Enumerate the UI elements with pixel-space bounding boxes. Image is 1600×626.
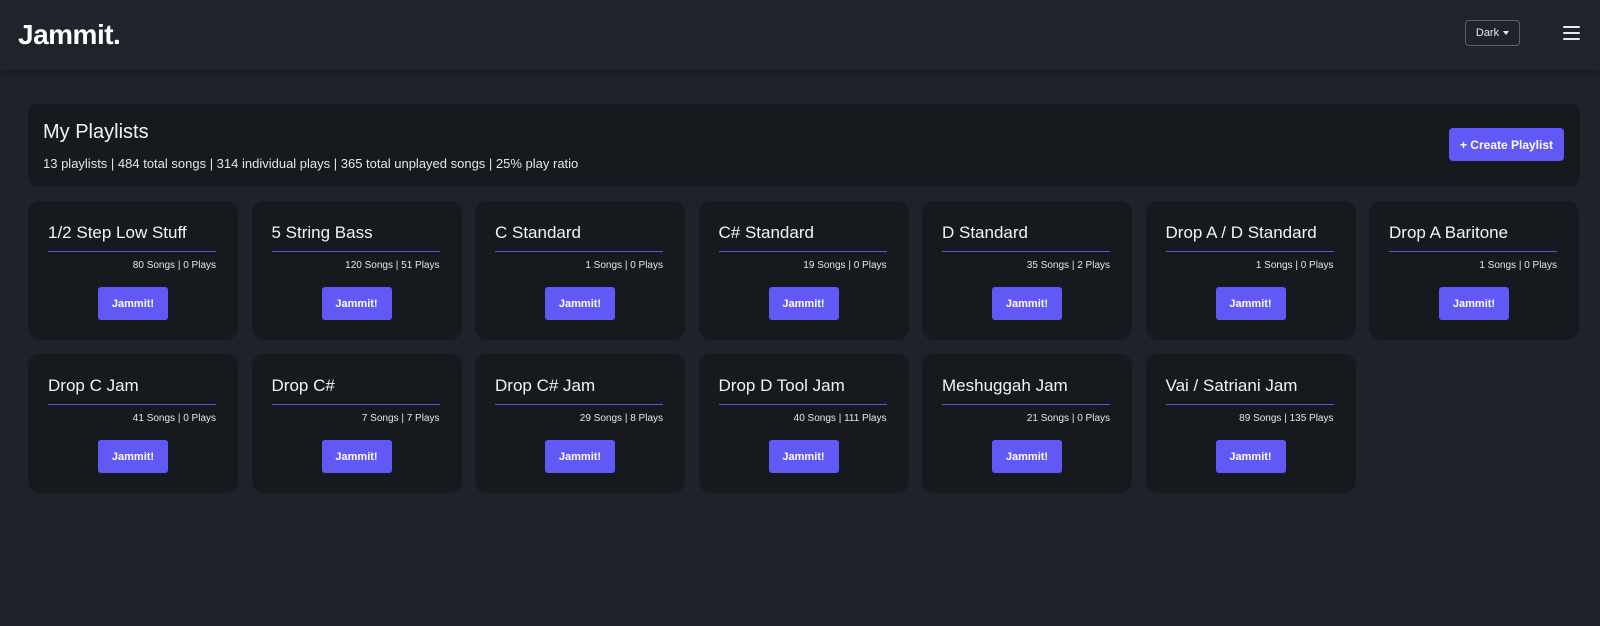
jammit-button[interactable]: Jammit! (545, 440, 615, 473)
playlist-title: 5 String Bass (271, 223, 373, 242)
jammit-button[interactable]: Jammit! (992, 440, 1062, 473)
caret-down-icon (1503, 31, 1510, 35)
playlist-title: Drop C# (271, 376, 335, 395)
playlist-title: Drop A / D Standard (1165, 223, 1317, 242)
divider (495, 404, 663, 405)
divider (1389, 251, 1557, 252)
playlist-card: 5 String Bass 120 Songs | 51 Plays Jammi… (251, 201, 462, 340)
jammit-button[interactable]: Jammit! (1439, 287, 1509, 320)
playlist-card-stats: 19 Songs | 0 Plays (803, 260, 887, 271)
playlist-title: Drop A Baritone (1389, 223, 1509, 242)
divider (48, 251, 216, 252)
jammit-button[interactable]: Jammit! (321, 287, 392, 320)
jammit-button[interactable]: Jammit! (1215, 440, 1286, 473)
playlist-card-stats: 1 Songs | 0 Plays (1479, 260, 1557, 271)
playlists-summary-panel: My Playlists 13 playlists | 484 total so… (28, 104, 1580, 187)
playlist-card-stats: 40 Songs | 111 Plays (793, 413, 887, 424)
divider (271, 404, 440, 405)
playlist-card: C# Standard 19 Songs | 0 Plays Jammit! (698, 201, 909, 340)
playlist-card: Vai / Satriani Jam 89 Songs | 135 Plays … (1145, 354, 1356, 493)
playlist-title: D Standard (942, 223, 1028, 242)
playlist-stats: 13 playlists | 484 total songs | 314 ind… (43, 156, 579, 171)
hamburger-line (1563, 38, 1580, 40)
jammit-button[interactable]: Jammit! (321, 440, 392, 473)
playlist-card-stats: 7 Songs | 7 Plays (361, 413, 440, 424)
hamburger-line (1563, 32, 1580, 34)
navbar: Jammit. Dark (0, 0, 1600, 70)
hamburger-menu-icon[interactable] (1563, 26, 1580, 40)
playlist-card: Drop C Jam 41 Songs | 0 Plays Jammit! (28, 354, 238, 493)
divider (718, 251, 887, 252)
playlist-card-stats: 21 Songs | 0 Plays (1026, 413, 1110, 424)
divider (942, 404, 1110, 405)
theme-dropdown[interactable]: Dark (1465, 20, 1520, 46)
playlist-card: D Standard 35 Songs | 2 Plays Jammit! (922, 201, 1132, 340)
playlist-card-stats: 35 Songs | 2 Plays (1026, 260, 1110, 271)
jammit-button[interactable]: Jammit! (1215, 287, 1286, 320)
jammit-button[interactable]: Jammit! (992, 287, 1062, 320)
hamburger-line (1563, 26, 1580, 28)
playlist-title: Drop C# Jam (495, 376, 596, 395)
playlist-card: Drop A / D Standard 1 Songs | 0 Plays Ja… (1145, 201, 1356, 340)
divider (495, 251, 663, 252)
divider (271, 251, 440, 252)
playlist-card: Drop D Tool Jam 40 Songs | 111 Plays Jam… (698, 354, 909, 493)
playlist-card: Drop C# Jam 29 Songs | 8 Plays Jammit! (475, 354, 685, 493)
divider (1165, 404, 1334, 405)
playlist-card: Drop A Baritone 1 Songs | 0 Plays Jammit… (1369, 201, 1579, 340)
divider (718, 404, 887, 405)
jammit-button[interactable]: Jammit! (545, 287, 615, 320)
playlist-card: Drop C# 7 Songs | 7 Plays Jammit! (251, 354, 462, 493)
playlist-card-stats: 80 Songs | 0 Plays (132, 260, 216, 271)
playlist-card-stats: 120 Songs | 51 Plays (345, 260, 440, 271)
divider (1165, 251, 1334, 252)
page-title: My Playlists (43, 121, 149, 143)
playlist-card: C Standard 1 Songs | 0 Plays Jammit! (475, 201, 685, 340)
playlist-card-stats: 1 Songs | 0 Plays (585, 260, 663, 271)
playlist-card-stats: 1 Songs | 0 Plays (1255, 260, 1334, 271)
playlist-grid: 1/2 Step Low Stuff 80 Songs | 0 Plays Ja… (28, 201, 1579, 493)
jammit-button[interactable]: Jammit! (768, 287, 839, 320)
create-playlist-button[interactable]: + Create Playlist (1449, 128, 1564, 161)
playlist-card: Meshuggah Jam 21 Songs | 0 Plays Jammit! (922, 354, 1132, 493)
playlist-title: C# Standard (718, 223, 814, 242)
theme-dropdown-label: Dark (1475, 27, 1500, 39)
playlist-title: Drop C Jam (48, 376, 139, 395)
playlist-title: C Standard (495, 223, 581, 242)
divider (48, 404, 216, 405)
divider (942, 251, 1110, 252)
playlist-card-stats: 29 Songs | 8 Plays (579, 413, 663, 424)
jammit-button[interactable]: Jammit! (98, 287, 168, 320)
jammit-button[interactable]: Jammit! (98, 440, 168, 473)
playlist-card: 1/2 Step Low Stuff 80 Songs | 0 Plays Ja… (28, 201, 238, 340)
playlist-title: Vai / Satriani Jam (1165, 376, 1298, 395)
playlist-title: Meshuggah Jam (942, 376, 1068, 395)
playlist-card-stats: 89 Songs | 135 Plays (1239, 413, 1334, 424)
playlist-title: 1/2 Step Low Stuff (48, 223, 187, 242)
playlist-title: Drop D Tool Jam (718, 376, 845, 395)
brand-logo[interactable]: Jammit. (18, 18, 121, 52)
jammit-button[interactable]: Jammit! (768, 440, 839, 473)
playlist-card-stats: 41 Songs | 0 Plays (132, 413, 216, 424)
